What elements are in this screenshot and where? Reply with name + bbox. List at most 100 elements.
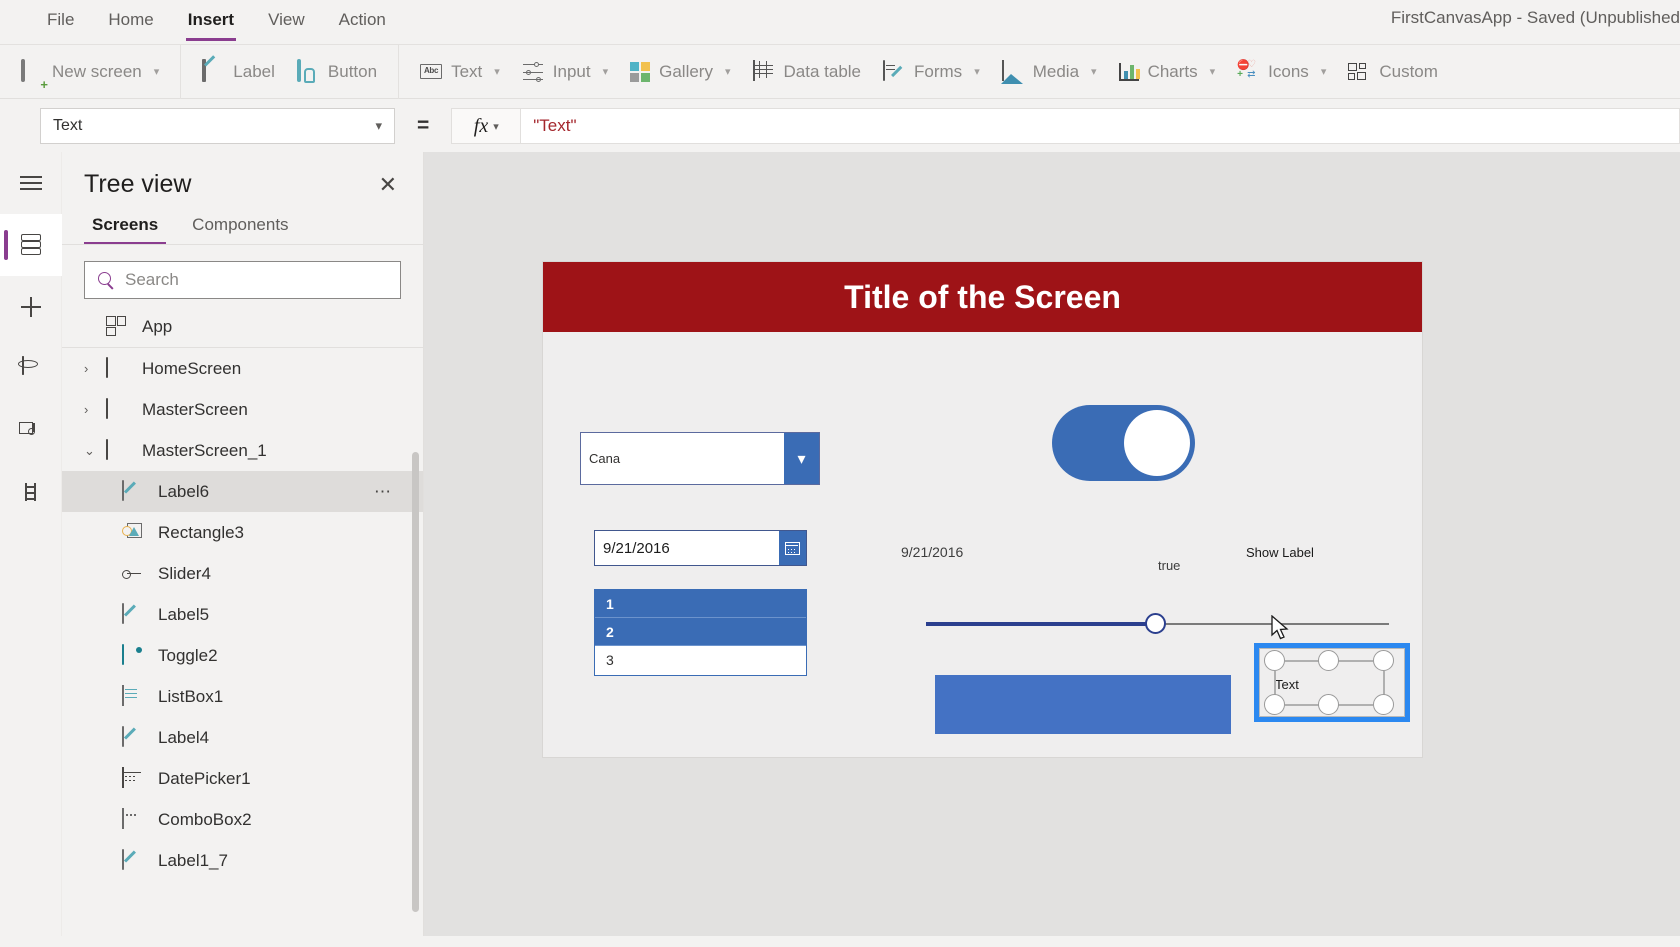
- tree-item-combobox2[interactable]: ComboBox2: [62, 799, 423, 840]
- chevron-down-icon: ▾: [493, 120, 499, 133]
- search-input[interactable]: Search: [84, 261, 401, 299]
- tree-item-homescreen[interactable]: › HomeScreen: [62, 348, 423, 389]
- datepicker-control[interactable]: 9/21/2016: [594, 530, 807, 566]
- tree-item-label: Slider4: [158, 564, 423, 584]
- tree-item-label: Label6: [158, 482, 374, 502]
- calendar-icon[interactable]: [779, 531, 806, 565]
- left-icon-rail: [0, 152, 62, 936]
- selected-label-text: Text: [1275, 677, 1299, 692]
- rectangle-shape[interactable]: [935, 675, 1231, 734]
- combobox-control[interactable]: Cana ▾: [580, 432, 820, 485]
- ribbon-icons-label: Icons: [1268, 62, 1309, 82]
- tree-item-label: ListBox1: [158, 687, 423, 707]
- tree-item-label4[interactable]: Label4: [62, 717, 423, 758]
- selected-label-control[interactable]: Text: [1254, 643, 1410, 722]
- menu-item-insert[interactable]: Insert: [171, 0, 251, 44]
- ribbon-charts-button[interactable]: Charts ▾: [1108, 51, 1227, 93]
- ribbon-text-button[interactable]: Abc Text ▾: [409, 51, 511, 93]
- app-screen-canvas[interactable]: Title of the Screen Cana ▾ 9/21/2016 1 2…: [543, 262, 1422, 757]
- tree-view-scrollbar[interactable]: [412, 452, 419, 912]
- tree-item-label: HomeScreen: [142, 359, 423, 379]
- ribbon-group-basic: Label Button: [181, 44, 399, 99]
- rail-item-tree-view[interactable]: [0, 214, 62, 276]
- button-icon: [297, 61, 319, 83]
- ribbon-custom-button[interactable]: Custom: [1337, 51, 1449, 93]
- ribbon-data-table-button[interactable]: Data table: [742, 51, 873, 93]
- text-icon: Abc: [420, 64, 442, 79]
- fx-button[interactable]: fx ▾: [451, 108, 521, 144]
- tree-item-app[interactable]: App: [62, 307, 423, 348]
- ribbon-label-button[interactable]: Label: [191, 51, 286, 93]
- tree-item-label5[interactable]: Label5: [62, 594, 423, 635]
- ribbon-forms-button[interactable]: Forms ▾: [872, 51, 991, 93]
- listbox-item[interactable]: 1: [595, 590, 806, 618]
- label-icon: [122, 727, 144, 749]
- ribbon-input-button[interactable]: Input ▾: [511, 51, 619, 93]
- slider-track-filled: [926, 622, 1154, 626]
- close-icon[interactable]: ✕: [379, 174, 397, 196]
- tree-view-tabs: Screens Components: [62, 199, 423, 245]
- datepicker-value: 9/21/2016: [595, 531, 779, 565]
- rail-item-advanced-tools[interactable]: [0, 462, 62, 524]
- chevron-down-icon[interactable]: ⌄: [84, 443, 106, 459]
- tab-components[interactable]: Components: [184, 215, 296, 244]
- resize-handle-top-center[interactable]: [1318, 650, 1339, 671]
- rail-item-data[interactable]: [0, 338, 62, 400]
- tree-item-label6[interactable]: Label6 ⋯: [62, 471, 423, 512]
- data-table-icon: [753, 61, 775, 83]
- tab-screens[interactable]: Screens: [84, 215, 166, 244]
- chevron-right-icon[interactable]: ›: [84, 361, 106, 376]
- menu-item-home[interactable]: Home: [91, 0, 170, 44]
- chevron-down-icon: ▾: [154, 65, 160, 78]
- ribbon-new-screen-button[interactable]: New screen ▾: [10, 51, 170, 93]
- forms-icon: [883, 61, 905, 83]
- chevron-down-icon: ▾: [375, 118, 382, 134]
- screen-title-banner[interactable]: Title of the Screen: [543, 262, 1422, 332]
- slider-handle[interactable]: [1145, 613, 1166, 634]
- tree-item-datepicker1[interactable]: DatePicker1: [62, 758, 423, 799]
- tree-item-masterscreen-1[interactable]: ⌄ MasterScreen_1: [62, 430, 423, 471]
- more-options-icon[interactable]: ⋯: [374, 482, 393, 502]
- resize-handle-top-right[interactable]: [1373, 650, 1394, 671]
- media-icon: [1002, 61, 1024, 83]
- tree-item-listbox1[interactable]: ListBox1: [62, 676, 423, 717]
- ribbon-icons-button[interactable]: ⛔♡+⇄ Icons ▾: [1226, 51, 1337, 93]
- datepicker-icon: [122, 768, 144, 790]
- ribbon-button-button[interactable]: Button: [286, 51, 388, 93]
- resize-handle-bottom-center[interactable]: [1318, 694, 1339, 715]
- ribbon-gallery-label: Gallery: [659, 62, 713, 82]
- tree-item-masterscreen[interactable]: › MasterScreen: [62, 389, 423, 430]
- canvas-area[interactable]: Title of the Screen Cana ▾ 9/21/2016 1 2…: [424, 152, 1680, 936]
- screen-icon: [106, 440, 128, 462]
- listbox-control[interactable]: 1 2 3: [594, 589, 807, 676]
- chevron-right-icon[interactable]: ›: [84, 402, 106, 417]
- menu-item-action[interactable]: Action: [322, 0, 403, 44]
- input-icon: [522, 61, 544, 83]
- chevron-down-icon[interactable]: ▾: [784, 433, 819, 484]
- menu-item-file[interactable]: File: [30, 0, 91, 44]
- label-icon: [122, 481, 144, 503]
- listbox-item[interactable]: 2: [595, 618, 806, 646]
- tree-item-label: MasterScreen: [142, 400, 423, 420]
- resize-handle-top-left[interactable]: [1264, 650, 1285, 671]
- rail-item-media[interactable]: [0, 400, 62, 462]
- ribbon-media-button[interactable]: Media ▾: [991, 51, 1108, 93]
- listbox-item[interactable]: 3: [595, 646, 806, 674]
- slider-control[interactable]: [926, 617, 1389, 631]
- toggle-control[interactable]: [1052, 405, 1195, 481]
- resize-handle-bottom-left[interactable]: [1264, 694, 1285, 715]
- ribbon-group-controls: Abc Text ▾ Input ▾ Gallery ▾ Data table …: [399, 44, 1459, 99]
- rail-item-hamburger-menu[interactable]: [0, 152, 62, 214]
- property-dropdown[interactable]: Text ▾: [40, 108, 395, 144]
- combobox-value: Cana: [581, 433, 784, 484]
- tree-item-slider4[interactable]: Slider4: [62, 553, 423, 594]
- rail-item-insert[interactable]: [0, 276, 62, 338]
- ribbon-gallery-button[interactable]: Gallery ▾: [619, 51, 741, 93]
- tree-item-label1-7[interactable]: Label1_7: [62, 840, 423, 881]
- formula-input[interactable]: "Text": [521, 108, 1680, 144]
- menu-item-view[interactable]: View: [251, 0, 322, 44]
- resize-handle-bottom-right[interactable]: [1373, 694, 1394, 715]
- tree-item-toggle2[interactable]: Toggle2: [62, 635, 423, 676]
- tree-item-rectangle3[interactable]: Rectangle3: [62, 512, 423, 553]
- label-icon: [202, 61, 224, 83]
